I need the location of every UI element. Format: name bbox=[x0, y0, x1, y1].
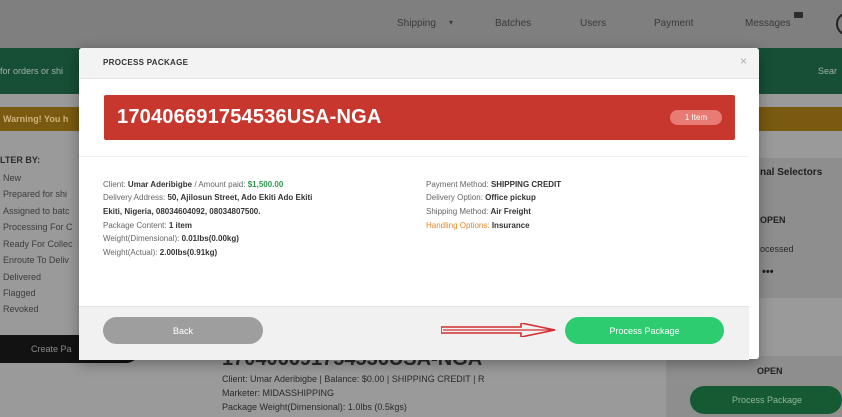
address-line-2: Ekiti, Nigeria, 08034604092, 08034807500… bbox=[103, 207, 261, 216]
shipping-label: Shipping Method: bbox=[426, 207, 489, 216]
search-button[interactable]: Sear bbox=[818, 66, 837, 76]
handling-option: Insurance bbox=[491, 221, 530, 230]
tracking-number: 170406691754536USA-NGA bbox=[117, 106, 382, 128]
filter-item-processing[interactable]: Processing For C bbox=[3, 222, 73, 232]
address-label: Delivery Address: bbox=[103, 193, 166, 202]
dim-weight-value: 0.01lbs(0.00kg) bbox=[181, 234, 239, 243]
create-package-label: Create Pa bbox=[31, 344, 72, 354]
filter-item-ready[interactable]: Ready For Collec bbox=[3, 239, 73, 249]
address-row-2: Ekiti, Nigeria, 08034604092, 08034807500… bbox=[103, 207, 260, 216]
search-input[interactable]: for orders or shi bbox=[0, 66, 63, 76]
actual-weight-value: 2.00lbs(0.91kg) bbox=[159, 248, 218, 257]
filter-item-new[interactable]: New bbox=[3, 173, 21, 183]
bg-marketer-line: Marketer: MIDASSHIPPING bbox=[222, 388, 335, 398]
bg-weight-line: Package Weight(Dimensional): 1.0lbs (0.5… bbox=[222, 402, 407, 412]
process-package-modal: PROCESS PACKAGE × 170406691754536USA-NGA… bbox=[79, 48, 759, 360]
payment-row: Payment Method: SHIPPING CREDIT bbox=[426, 180, 561, 189]
delivery-option: Office pickup bbox=[485, 193, 536, 202]
tracking-banner: 170406691754536USA-NGA 1 Item bbox=[104, 95, 735, 140]
bg-process-package-button[interactable]: Process Package bbox=[690, 386, 842, 414]
more-icon[interactable]: ••• bbox=[762, 266, 774, 278]
filter-item-enroute[interactable]: Enroute To Deliv bbox=[3, 255, 69, 265]
filter-item-flagged[interactable]: Flagged bbox=[3, 288, 36, 298]
content-row: Package Content: 1 item bbox=[103, 221, 192, 230]
process-package-button[interactable]: Process Package bbox=[565, 317, 724, 344]
amount-paid: $1,500.00 bbox=[247, 180, 284, 189]
filter-item-prepared[interactable]: Prepared for shi bbox=[3, 189, 67, 199]
nav-users[interactable]: Users bbox=[580, 18, 606, 29]
amount-label: / Amount paid: bbox=[192, 180, 246, 189]
bg-client-text: Client: Umar Aderibigbe | Balance: $0.00… bbox=[222, 374, 485, 384]
nav-payment[interactable]: Payment bbox=[654, 18, 693, 29]
nav-batches[interactable]: Batches bbox=[495, 18, 531, 29]
dim-weight-label: Weight(Dimensional): bbox=[103, 234, 180, 243]
item-count-badge: 1 Item bbox=[670, 110, 722, 125]
filter-item-revoked[interactable]: Revoked bbox=[3, 304, 39, 314]
handling-label: Handling Options: bbox=[426, 221, 490, 230]
payment-label: Payment Method: bbox=[426, 180, 489, 189]
delivery-label: Delivery Option: bbox=[426, 193, 483, 202]
address-row: Delivery Address: 50, Ajilosun Street, A… bbox=[103, 193, 312, 202]
selectors-title: nal Selectors bbox=[760, 167, 823, 178]
handling-row: Handling Options: Insurance bbox=[426, 221, 530, 230]
bg-process-package-label: Process Package bbox=[732, 395, 803, 405]
bg-client-line: Client: Umar Aderibigbe | Balance: $0.00… bbox=[222, 374, 484, 384]
actual-weight-row: Weight(Actual): 2.00lbs(0.91kg) bbox=[103, 248, 217, 257]
filter-title: LTER BY: bbox=[0, 155, 41, 165]
status-open-2: OPEN bbox=[757, 366, 783, 376]
red-arrow-icon bbox=[441, 323, 556, 337]
shipping-row: Shipping Method: Air Freight bbox=[426, 207, 531, 216]
package-details bbox=[79, 156, 749, 307]
back-button[interactable]: Back bbox=[103, 317, 263, 344]
mail-icon[interactable] bbox=[794, 12, 803, 18]
filter-item-assigned[interactable]: Assigned to batc bbox=[3, 206, 70, 216]
shipping-method: Air Freight bbox=[490, 207, 531, 216]
payment-method: SHIPPING CREDIT bbox=[490, 180, 562, 189]
status-processed: ocessed bbox=[760, 244, 794, 254]
status-open: OPEN bbox=[760, 215, 786, 225]
address-line-1: 50, Ajilosun Street, Ado Ekiti Ado Ekiti bbox=[167, 193, 313, 202]
dim-weight-row: Weight(Dimensional): 0.01lbs(0.00kg) bbox=[103, 234, 239, 243]
modal-title: PROCESS PACKAGE bbox=[103, 58, 189, 67]
actual-weight-label: Weight(Actual): bbox=[103, 248, 158, 257]
nav-messages[interactable]: Messages bbox=[745, 18, 791, 29]
client-row: Client: Umar Aderibigbe / Amount paid: $… bbox=[103, 180, 283, 189]
client-label: Client: bbox=[103, 180, 126, 189]
modal-header: PROCESS PACKAGE × bbox=[79, 48, 759, 79]
warning-text: Warning! You h bbox=[3, 114, 69, 124]
delivery-row: Delivery Option: Office pickup bbox=[426, 193, 536, 202]
close-icon[interactable]: × bbox=[740, 54, 747, 68]
chevron-down-icon: ▾ bbox=[449, 18, 454, 27]
client-name: Umar Aderibigbe bbox=[127, 180, 193, 189]
filter-item-delivered[interactable]: Delivered bbox=[3, 272, 41, 282]
content-label: Package Content: bbox=[103, 221, 167, 230]
nav-shipping[interactable]: Shipping bbox=[397, 18, 436, 29]
package-content: 1 item bbox=[168, 221, 192, 230]
